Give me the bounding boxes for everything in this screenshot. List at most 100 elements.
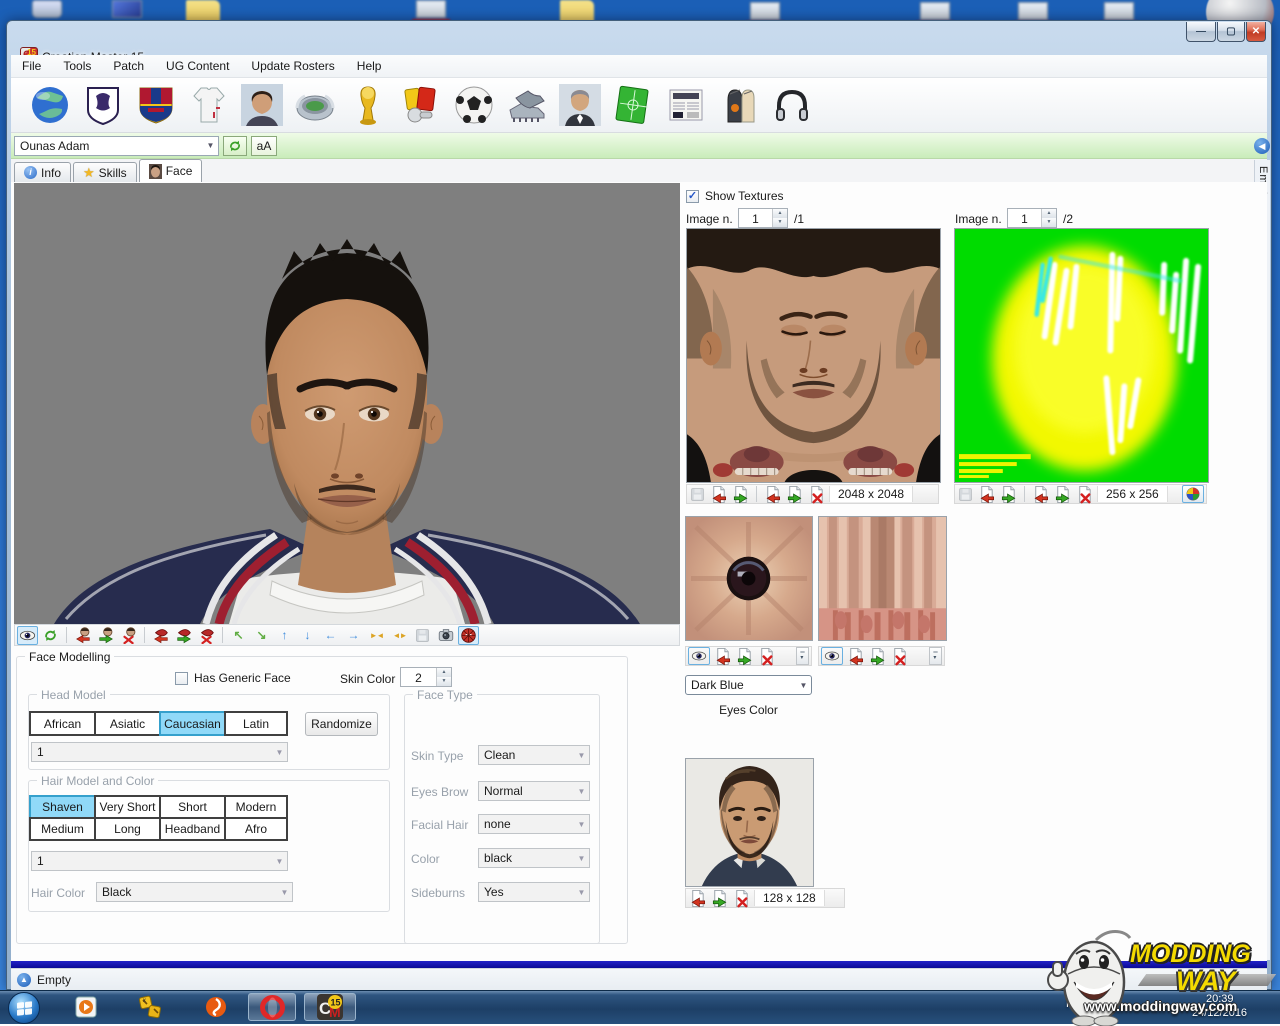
player-photo-icon[interactable] [239,82,285,128]
face-texture-preview[interactable] [686,228,941,483]
view-eye-icon[interactable] [688,647,710,665]
export-texture-icon[interactable] [868,647,887,666]
swap-player-button[interactable] [223,136,247,156]
head-model-latin-button[interactable]: Latin [224,711,288,736]
has-generic-face-checkbox[interactable] [175,672,188,685]
hair-shaven-button[interactable]: Shaven [29,795,96,819]
image-number-spinner-1[interactable]: 1▲▼ [738,208,788,228]
tab-info[interactable]: iInfo [14,162,71,182]
eye-texture-preview[interactable] [685,516,813,641]
stadium-icon[interactable] [292,82,338,128]
taskbar-editor-tool-icon[interactable]: x [130,993,170,1021]
hair-texture-preview[interactable] [954,228,1209,483]
show-texture-head-icon[interactable] [458,626,479,645]
head-model-caucasian-button[interactable]: Caucasian [159,711,226,736]
taskbar-origin-icon[interactable] [196,993,236,1021]
eyes-color-select[interactable]: Dark Blue▼ [685,675,812,695]
save-texture-icon[interactable] [957,486,974,503]
start-button[interactable] [8,992,40,1024]
randomize-button[interactable]: Randomize [305,712,378,736]
import-head-icon[interactable] [72,626,93,645]
image-number-spinner-2[interactable]: 1▲▼ [1007,208,1057,228]
import-texture-icon[interactable] [709,485,728,504]
premier-league-icon[interactable] [80,82,126,128]
import-dds-icon[interactable] [763,485,782,504]
head-model-asiatic-button[interactable]: Asiatic [94,711,161,736]
fc-barcelona-icon[interactable] [133,82,179,128]
referee-cards-icon[interactable] [398,82,444,128]
move-left-icon[interactable]: ← [320,626,341,645]
import-texture-icon[interactable] [713,647,732,666]
export-dds-icon[interactable] [785,485,804,504]
more-options-dropdown[interactable]: ═▾ [796,647,809,665]
hair-medium-button[interactable]: Medium [29,817,96,841]
head-model-variant-select[interactable]: 1▼ [31,742,288,762]
delete-texture-icon[interactable] [1075,485,1094,504]
collapse-panel-button[interactable]: ◀ [1254,138,1270,154]
menu-file[interactable]: File [11,56,52,76]
ball-icon[interactable] [451,82,497,128]
show-textures-checkbox[interactable]: ✓ [686,190,699,203]
save-texture-icon[interactable] [689,486,706,503]
manager-icon[interactable] [557,82,603,128]
save-preview-icon[interactable] [412,626,433,645]
export-texture-icon[interactable] [999,485,1018,504]
palette-button[interactable] [1182,485,1204,503]
hair-modern-button[interactable]: Modern [224,795,288,819]
import-photo-icon[interactable] [688,889,707,908]
head-model-african-button[interactable]: African [29,711,96,736]
import-texture-icon[interactable] [977,485,996,504]
boots-icon[interactable] [504,82,550,128]
hair-variant-select[interactable]: 1▼ [31,851,288,871]
more-options-dropdown[interactable]: ═▾ [929,647,942,665]
title-bar[interactable]: C15 Creation Master 15 [6,20,1272,54]
pitch-icon[interactable] [610,82,656,128]
case-toggle-button[interactable]: aA [251,136,277,156]
import-texture-icon[interactable] [846,647,865,666]
camera-icon[interactable] [435,626,456,645]
globe-icon[interactable] [27,82,73,128]
rotate-down-right-icon[interactable]: ↘ [251,626,272,645]
export-dds-icon[interactable] [1053,485,1072,504]
zoom-in-icon[interactable]: ►◄ [366,626,387,645]
delete-texture-icon[interactable] [757,647,776,666]
facial-hair-color-select[interactable]: black▼ [478,848,590,868]
menu-help[interactable]: Help [346,56,393,76]
gk-gloves-icon[interactable] [716,82,762,128]
maximize-button[interactable]: ▢ [1217,22,1245,42]
export-hair-icon[interactable] [173,626,194,645]
hair-headband-button[interactable]: Headband [159,817,226,841]
close-button[interactable]: ✕ [1246,22,1266,42]
player-photo[interactable] [685,758,814,887]
hair-long-button[interactable]: Long [94,817,161,841]
export-photo-icon[interactable] [710,889,729,908]
delete-texture-icon[interactable] [890,647,909,666]
delete-photo-icon[interactable] [732,889,751,908]
status-expand-icon[interactable]: ▲ [17,973,31,987]
refresh-icon[interactable] [40,626,61,645]
menu-tools[interactable]: Tools [52,56,102,76]
import-dds-icon[interactable] [1031,485,1050,504]
tab-skills[interactable]: ★Skills [73,162,137,182]
skin-type-select[interactable]: Clean▼ [478,745,590,765]
view-eye-icon[interactable] [821,647,843,665]
menu-update-rosters[interactable]: Update Rosters [240,56,345,76]
export-texture-icon[interactable] [731,485,750,504]
menu-patch[interactable]: Patch [102,56,155,76]
rotate-up-left-icon[interactable]: ↖ [228,626,249,645]
import-hair-icon[interactable] [150,626,171,645]
skin-color-spinner[interactable]: 2▲▼ [400,667,452,687]
minimize-button[interactable]: — [1186,22,1216,42]
export-head-icon[interactable] [95,626,116,645]
hair-very-short-button[interactable]: Very Short [94,795,161,819]
face-3d-preview[interactable] [14,183,680,624]
taskbar-opera-icon[interactable] [248,993,296,1021]
hair-short-button[interactable]: Short [159,795,226,819]
jersey-icon[interactable] [186,82,232,128]
move-right-icon[interactable]: → [343,626,364,645]
tab-face[interactable]: Face [139,159,203,182]
world-cup-trophy-icon[interactable] [345,82,391,128]
taskbar-media-player-icon[interactable] [66,993,106,1021]
menu-ug-content[interactable]: UG Content [155,56,240,76]
newspaper-icon[interactable] [663,82,709,128]
